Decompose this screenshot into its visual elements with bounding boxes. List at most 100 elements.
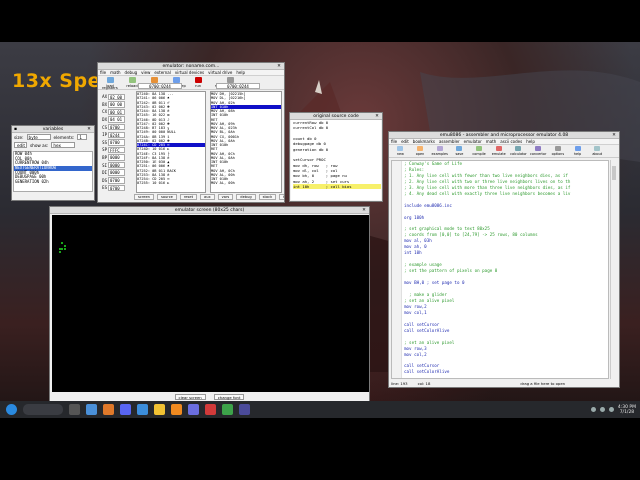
menu-item[interactable]: ascii codes [500,139,522,144]
scrollbar-thumb[interactable] [612,166,616,180]
window-menu-icon[interactable]: ▪ [14,126,17,133]
firefox-icon[interactable] [171,404,182,415]
emulate-button[interactable]: emulate [489,146,508,156]
register-value[interactable]: 0700 [108,139,125,146]
register-value[interactable]: FFFC [108,146,125,154]
folder-icon[interactable] [154,404,165,415]
options-button[interactable]: options [549,146,568,156]
emulator-titlebar[interactable]: emulator: noname.com... ✕ [98,63,284,70]
volume-icon[interactable] [599,407,605,412]
size-select[interactable]: byte [26,134,51,140]
editor-titlebar[interactable]: emu8086 - assembler and microprocessor e… [389,132,619,139]
clock[interactable]: 4:30 PM 7/1/28 [618,405,636,415]
start-icon[interactable] [6,404,17,415]
register-value[interactable]: 00 01 [108,108,125,116]
source-button[interactable]: source [156,194,177,200]
change-font-button[interactable]: change font [213,393,245,400]
menu-item[interactable]: math [110,70,120,75]
reset-button[interactable]: reset [179,194,197,200]
variables-list[interactable]: ROW 04h COL 00h CURRENTROW 04h NEXTGENERATI… [13,151,93,192]
menu-item[interactable]: virtual drive [208,70,232,75]
brave-icon[interactable] [103,404,114,415]
menu-item[interactable]: edit [401,139,409,144]
compile-button[interactable]: compile [470,146,489,156]
screen-canvas[interactable] [52,215,369,393]
disassembly-line[interactable]: MOV AL, 00h [211,181,281,185]
search-box[interactable] [23,404,63,415]
register-value[interactable]: 0700 [108,177,125,184]
menu-item[interactable]: help [526,139,535,144]
close-icon[interactable]: ✕ [611,132,617,139]
examples-button[interactable]: examples [430,146,449,156]
register-value[interactable]: 0700 [108,123,125,131]
record-icon[interactable] [205,404,216,415]
discord-icon[interactable] [120,404,131,415]
register-value[interactable]: 02 00 [108,93,125,101]
new-button[interactable]: new [391,146,410,156]
memory-list[interactable]: 07240: 8A 138 ... 07241: 06 006 ♠ 07242: 0… [136,91,206,193]
taskview-icon[interactable] [69,404,80,415]
register-value[interactable]: 04 01 [108,116,125,123]
flags-button[interactable]: flags [279,194,284,200]
variable-item[interactable]: GENERATION 02h [14,179,92,185]
stack-button[interactable]: stack [258,194,277,200]
emu8086-icon[interactable] [222,404,233,415]
help-button[interactable]: help [568,146,587,156]
app-icon[interactable] [137,404,148,415]
close-icon[interactable]: ✕ [86,126,92,133]
menu-item[interactable]: assembler [439,139,460,144]
code-line[interactable] [404,375,608,378]
menu-item[interactable]: debug [125,70,138,75]
vars-button[interactable]: vars [217,194,234,200]
network-icon[interactable] [590,407,596,412]
menu-item[interactable]: file [100,70,106,75]
browser-icon[interactable] [86,404,97,415]
code-lines[interactable]: ; Conway's Game of Life; Rules:; 1. Any … [403,161,608,378]
screen-button[interactable]: screen [134,194,154,200]
menu-item[interactable]: virtual devices [175,70,204,75]
about-button[interactable]: about [588,146,607,156]
toolbar-button-label: save [455,152,464,156]
disassembly-list[interactable]: MOV DH, [02215h] MOV DL, [02216h] MOV AH, … [210,91,282,193]
menu-item[interactable]: file [391,139,397,144]
edit-button[interactable]: edit [14,142,27,148]
address-left[interactable]: 0700:0244 [138,83,182,89]
open-button[interactable]: open [411,146,430,156]
battery-icon[interactable] [608,407,614,412]
aux-button[interactable]: aux [200,194,215,200]
terminal-icon[interactable] [188,404,199,415]
calculator-button[interactable]: calculator [509,146,528,156]
menu-item[interactable]: bookmarks [413,139,435,144]
show-as-select[interactable]: hex [51,142,76,148]
debug-button[interactable]: debug [236,194,256,200]
variables-titlebar[interactable]: ▪ variables ✕ [12,126,94,133]
clear-screen-button[interactable]: clear screen [174,393,206,400]
save-button[interactable]: save [450,146,469,156]
menu-item[interactable]: math [486,139,496,144]
address-right[interactable]: 0700:0244 [216,83,260,89]
source-titlebar[interactable]: original source code ✕ [290,113,382,120]
code-editor[interactable]: ; Conway's Game of Life; Rules:; 1. Any … [391,160,609,379]
toolbar-button[interactable]: run [188,77,208,88]
menu-item[interactable]: external [154,70,170,75]
screen-titlebar[interactable]: emulator screen (80x25 chars) ✕ [50,207,369,214]
memory-line[interactable]: 07255: 10 016 ► [137,181,205,185]
close-icon[interactable]: ✕ [276,63,282,70]
close-icon[interactable]: ✕ [361,207,367,214]
register-value[interactable]: 0000 [108,154,125,161]
register-value[interactable]: 0244 [108,131,125,139]
register-value[interactable]: 0000 [108,169,125,176]
register-value[interactable]: 0700 [108,184,125,192]
emulator-window: emulator: noname.com... ✕ file math debug vi… [97,62,285,203]
close-icon[interactable]: ✕ [374,113,380,120]
menu-item[interactable]: emulator [464,139,482,144]
menu-item[interactable]: view [141,70,150,75]
register-value[interactable]: 00 00 [108,101,125,108]
editor-scrollbar[interactable] [610,160,617,379]
source-code-view[interactable]: currentRow db 0 currentCol db 0 count db … [291,120,381,200]
menu-item[interactable]: help [236,70,245,75]
register-value[interactable]: 0000 [108,161,125,169]
elements-field[interactable]: 1 [77,134,88,140]
app-icon[interactable] [239,404,250,415]
convertor-button[interactable]: convertor [529,146,548,156]
